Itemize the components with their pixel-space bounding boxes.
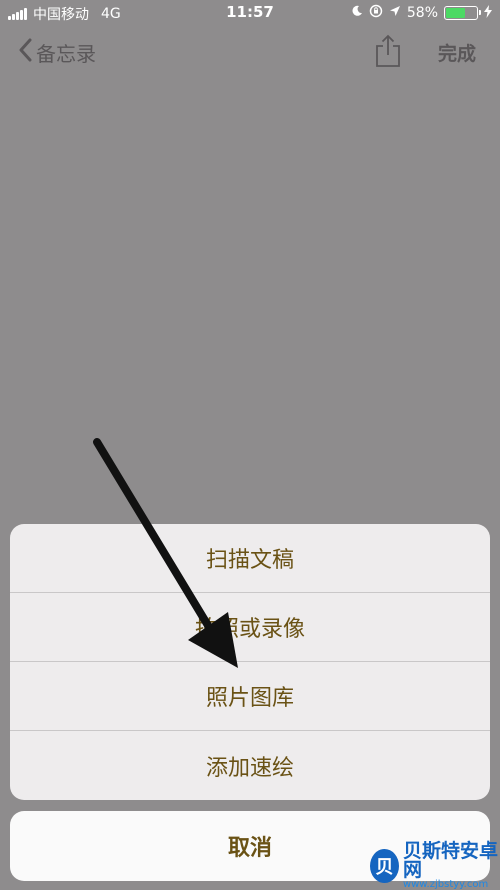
status-right: 58% <box>351 4 492 22</box>
status-bar: 中国移动 4G 11:57 58% <box>0 0 500 26</box>
navigation-bar: 备忘录 完成 <box>0 26 500 76</box>
photo-library-button[interactable]: 照片图库 <box>10 662 490 731</box>
done-button[interactable]: 完成 <box>438 39 476 66</box>
watermark-name: 贝斯特安卓网 <box>402 840 498 881</box>
watermark: 贝 贝斯特安卓网 www.zjbstyy.com <box>370 842 500 890</box>
add-sketch-button[interactable]: 添加速绘 <box>10 731 490 800</box>
share-icon[interactable] <box>374 34 402 68</box>
back-label: 备忘录 <box>36 42 96 66</box>
chevron-left-icon <box>18 38 32 67</box>
location-icon <box>389 5 401 21</box>
charging-icon <box>484 4 492 22</box>
scan-documents-button[interactable]: 扫描文稿 <box>10 524 490 593</box>
battery-percent: 58% <box>406 5 438 21</box>
take-photo-or-video-button[interactable]: 拍照或录像 <box>10 593 490 662</box>
battery-icon <box>444 6 481 20</box>
moon-icon <box>351 5 363 21</box>
action-sheet: 扫描文稿 拍照或录像 照片图库 添加速绘 <box>10 524 490 800</box>
orientation-lock-icon <box>369 4 383 22</box>
back-button[interactable]: 备忘录 <box>18 38 96 67</box>
watermark-logo-icon: 贝 <box>370 849 399 883</box>
